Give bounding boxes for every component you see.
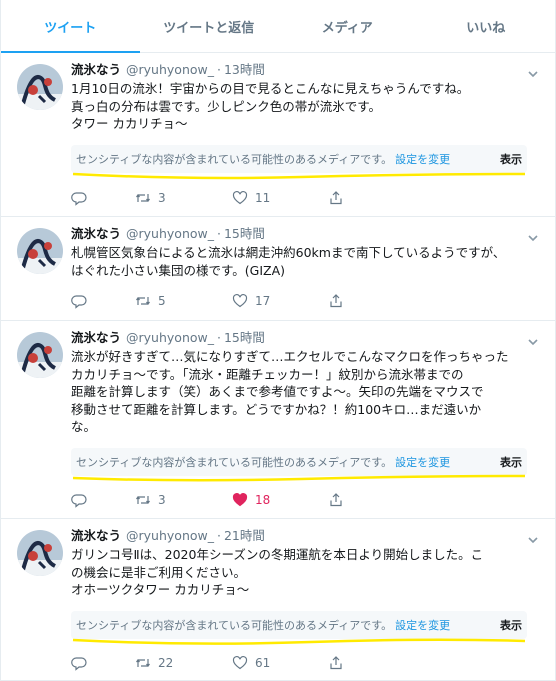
like-count: 17 <box>255 294 271 308</box>
share-icon <box>330 656 342 670</box>
heart-icon <box>232 190 248 205</box>
heart-filled-icon <box>232 492 248 507</box>
avatar[interactable] <box>17 530 63 576</box>
like-button[interactable]: 61 <box>232 655 328 671</box>
like-button[interactable]: 11 <box>232 190 328 206</box>
tweet-actions: 5 17 <box>71 291 344 311</box>
tweet-header: 流氷なう @ryuhyonow_ · 15時間 <box>71 225 541 243</box>
author-handle[interactable]: @ryuhyonow_ <box>126 61 214 79</box>
tweet-text: 札幌管区気象台によると流氷は網走沖約60kmまで南下しているようですが、 はぐれ… <box>71 245 506 278</box>
tab-tweets[interactable]: ツイート <box>1 0 140 53</box>
sensitive-notice-text: センシティブな内容が含まれている可能性のあるメディアです。 <box>76 619 393 632</box>
tweet-actions: 22 61 <box>71 653 344 673</box>
separator: · <box>217 330 221 345</box>
timestamp[interactable]: 13時間 <box>224 61 265 79</box>
reply-icon <box>71 295 87 309</box>
share-button[interactable] <box>328 655 344 671</box>
show-media-button[interactable]: 表示 <box>500 617 522 633</box>
separator: · <box>217 226 221 241</box>
timestamp[interactable]: 15時間 <box>224 225 265 243</box>
retweet-count: 3 <box>158 493 166 507</box>
tweet-body: 流氷なう @ryuhyonow_ · 13時間 1月10日の流氷！宇宙からの目で… <box>71 61 541 133</box>
timestamp[interactable]: 15時間 <box>224 329 265 347</box>
like-button[interactable]: 17 <box>232 293 328 309</box>
sensitive-notice-text: センシティブな内容が含まれている可能性のあるメディアです。 <box>76 153 393 166</box>
change-settings-link[interactable]: 設定を変更 <box>395 151 450 167</box>
tab-likes[interactable]: いいね <box>417 0 556 52</box>
timestamp[interactable]: 21時間 <box>224 527 265 545</box>
share-icon <box>330 493 342 507</box>
tweet-body: 流氷なう @ryuhyonow_ · 15時間 札幌管区気象台によると流氷は網走… <box>71 225 541 279</box>
share-button[interactable] <box>328 492 344 508</box>
tweet-text: 流氷が好きすぎて…気になりすぎて…エクセルでこんなマクロを作っちゃった カカリチ… <box>71 349 509 434</box>
reply-icon <box>71 494 87 508</box>
tweet-text: ガリンコ号Ⅱは、2020年シーズンの冬期運航を本日より開始しました。こ の機会に… <box>71 547 484 597</box>
tweet-text: 1月10日の流氷！宇宙からの目で見るとこんなに見えちゃうんですね。 真っ白の分布… <box>71 81 470 131</box>
separator: · <box>217 528 221 543</box>
share-button[interactable] <box>328 293 344 309</box>
sensitive-media-notice: センシティブな内容が含まれている可能性のあるメディアです。 設定を変更 表示 <box>71 611 527 639</box>
heart-icon <box>232 293 248 308</box>
tab-tweets-and-replies[interactable]: ツイートと返信 <box>140 0 279 52</box>
avatar[interactable] <box>17 228 63 274</box>
share-icon <box>330 191 342 205</box>
reply-button[interactable] <box>71 190 135 206</box>
profile-timeline: ツイート ツイートと返信 メディア いいね 流氷なう @ryuhyonow_ ·… <box>0 0 556 680</box>
tweet[interactable]: 流氷なう @ryuhyonow_ · 13時間 1月10日の流氷！宇宙からの目で… <box>1 53 555 217</box>
retweet-count: 3 <box>158 191 166 205</box>
tweet[interactable]: 流氷なう @ryuhyonow_ · 15時間 札幌管区気象台によると流氷は網走… <box>1 217 555 321</box>
tweet-body: 流氷なう @ryuhyonow_ · 21時間 ガリンコ号Ⅱは、2020年シーズ… <box>71 527 541 599</box>
retweet-count: 5 <box>158 294 166 308</box>
tweet-body: 流氷なう @ryuhyonow_ · 15時間 流氷が好きすぎて…気になりすぎて… <box>71 329 541 436</box>
like-count: 18 <box>255 493 271 507</box>
tweet-actions: 3 18 <box>71 490 344 510</box>
reply-icon <box>71 192 87 206</box>
author-name[interactable]: 流氷なう <box>71 225 121 243</box>
sensitive-media-notice: センシティブな内容が含まれている可能性のあるメディアです。 設定を変更 表示 <box>71 145 527 173</box>
show-media-button[interactable]: 表示 <box>500 454 522 470</box>
sensitive-media-notice: センシティブな内容が含まれている可能性のあるメディアです。 設定を変更 表示 <box>71 448 527 476</box>
separator: · <box>217 62 221 77</box>
retweet-button[interactable]: 3 <box>135 492 232 508</box>
change-settings-link[interactable]: 設定を変更 <box>395 617 450 633</box>
tweet-actions: 3 11 <box>71 188 344 208</box>
retweet-icon <box>136 659 150 667</box>
reply-button[interactable] <box>71 655 135 671</box>
tab-media[interactable]: メディア <box>278 0 417 52</box>
reply-button[interactable] <box>71 293 135 309</box>
tweet-header: 流氷なう @ryuhyonow_ · 21時間 <box>71 527 541 545</box>
retweet-button[interactable]: 3 <box>135 190 232 206</box>
author-handle[interactable]: @ryuhyonow_ <box>126 527 214 545</box>
retweet-button[interactable]: 5 <box>135 293 232 309</box>
show-media-button[interactable]: 表示 <box>500 151 522 167</box>
change-settings-link[interactable]: 設定を変更 <box>395 454 450 470</box>
retweet-button[interactable]: 22 <box>135 655 232 671</box>
retweet-icon <box>136 194 150 202</box>
avatar[interactable] <box>17 332 63 378</box>
retweet-icon <box>136 496 150 504</box>
reply-button[interactable] <box>71 492 135 508</box>
tweet-header: 流氷なう @ryuhyonow_ · 15時間 <box>71 329 541 347</box>
author-name[interactable]: 流氷なう <box>71 329 121 347</box>
author-name[interactable]: 流氷なう <box>71 527 121 545</box>
like-count: 61 <box>255 656 271 670</box>
share-icon <box>330 294 342 308</box>
avatar[interactable] <box>17 64 63 110</box>
sensitive-notice-text: センシティブな内容が含まれている可能性のあるメディアです。 <box>76 456 393 469</box>
like-button[interactable]: 18 <box>232 492 328 508</box>
share-button[interactable] <box>328 190 344 206</box>
profile-tabs: ツイート ツイートと返信 メディア いいね <box>1 0 555 53</box>
heart-icon <box>232 655 248 670</box>
tweet-header: 流氷なう @ryuhyonow_ · 13時間 <box>71 61 541 79</box>
like-count: 11 <box>255 191 271 205</box>
tweet[interactable]: 流氷なう @ryuhyonow_ · 21時間 ガリンコ号Ⅱは、2020年シーズ… <box>1 519 555 681</box>
retweet-icon <box>136 297 150 305</box>
reply-icon <box>71 657 87 671</box>
author-handle[interactable]: @ryuhyonow_ <box>126 225 214 243</box>
retweet-count: 22 <box>158 656 174 670</box>
tweet[interactable]: 流氷なう @ryuhyonow_ · 15時間 流氷が好きすぎて…気になりすぎて… <box>1 321 555 519</box>
author-handle[interactable]: @ryuhyonow_ <box>126 329 214 347</box>
author-name[interactable]: 流氷なう <box>71 61 121 79</box>
